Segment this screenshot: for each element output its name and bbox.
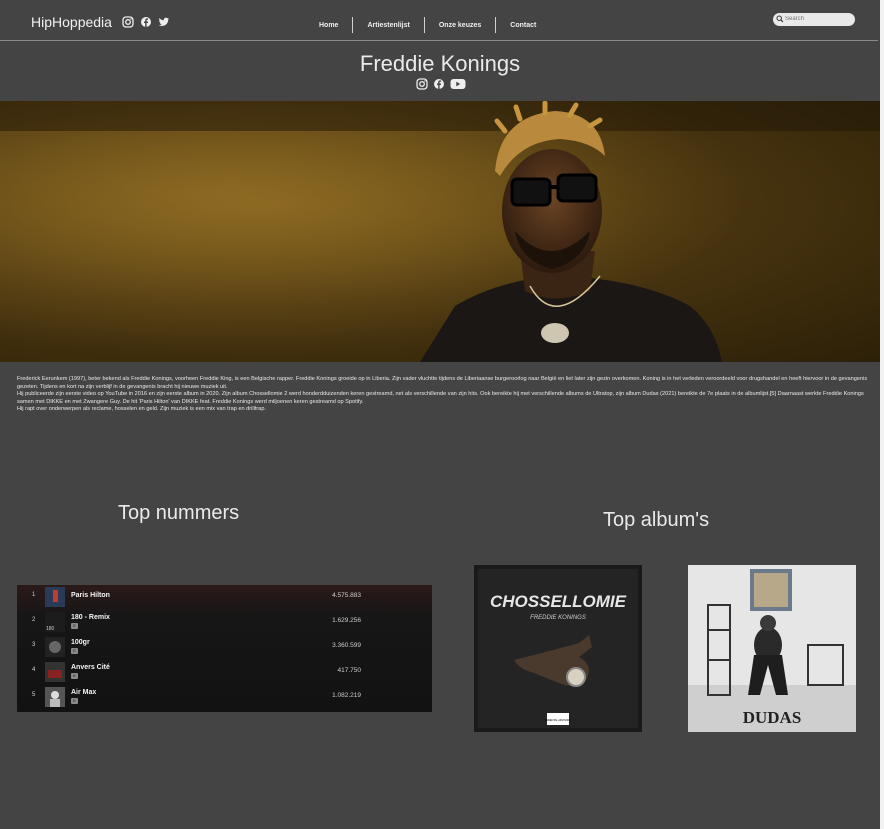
artist-photo bbox=[0, 101, 880, 362]
explicit-badge: E bbox=[71, 698, 78, 704]
track-plays: 1.629.256 bbox=[332, 617, 361, 624]
track-rank: 4 bbox=[32, 667, 36, 673]
top-tracks-title: Top nummers bbox=[118, 502, 240, 524]
svg-text:FREDDIE KONINGS: FREDDIE KONINGS bbox=[530, 615, 586, 621]
bio-paragraph: Frederick Eerunkem (1997), beter bekend … bbox=[17, 376, 868, 390]
youtube-icon[interactable] bbox=[450, 78, 466, 90]
track-name[interactable]: 100gr bbox=[71, 639, 90, 646]
track-plays: 3.360.599 bbox=[332, 642, 361, 649]
twitter-icon[interactable] bbox=[158, 16, 170, 28]
track-rank: 5 bbox=[32, 692, 36, 698]
track-row[interactable]: 4 Anvers Cité E 417.750 bbox=[17, 660, 432, 683]
bio-paragraph: Hij publiceerde zijn eerste video op You… bbox=[17, 391, 864, 405]
nav-onze-keuzes[interactable]: Onze keuzes bbox=[425, 22, 495, 29]
artist-social-links bbox=[416, 78, 466, 90]
track-row[interactable]: 3 100gr E 3.360.599 bbox=[17, 635, 432, 658]
instagram-icon[interactable] bbox=[416, 78, 428, 90]
track-row[interactable]: 5 Air Max E 1.082.219 bbox=[17, 685, 432, 708]
site-header: HipHoppedia Home Artiestenlijst Onze keu… bbox=[0, 0, 878, 41]
track-rank: 2 bbox=[32, 617, 36, 623]
track-name[interactable]: Anvers Cité bbox=[71, 664, 110, 671]
svg-text:PARENTAL ADVISORY: PARENTAL ADVISORY bbox=[545, 719, 571, 722]
explicit-badge: E bbox=[71, 648, 78, 654]
track-cover-art bbox=[45, 587, 65, 607]
top-albums-title: Top album's bbox=[603, 509, 710, 531]
track-row[interactable]: 2 180 180 - Remix E 1.629.256 bbox=[17, 610, 432, 633]
facebook-icon[interactable] bbox=[140, 16, 152, 28]
search-input[interactable] bbox=[785, 14, 851, 24]
track-plays: 4.575.883 bbox=[332, 592, 361, 599]
track-row[interactable]: 1 Paris Hilton 4.575.883 bbox=[17, 585, 432, 608]
site-logo[interactable]: HipHoppedia bbox=[31, 14, 112, 30]
track-name[interactable]: Air Max bbox=[71, 689, 96, 696]
bio-paragraph: Hij rapt over onderwerpen als reclame, h… bbox=[17, 406, 267, 413]
main-nav: Home Artiestenlijst Onze keuzes Contact bbox=[305, 17, 550, 33]
facebook-icon[interactable] bbox=[433, 78, 445, 90]
header-social-links bbox=[122, 16, 170, 28]
track-name[interactable]: 180 - Remix bbox=[71, 614, 110, 621]
track-cover-art: 180 bbox=[45, 612, 65, 632]
search-icon bbox=[776, 15, 784, 23]
nav-home[interactable]: Home bbox=[305, 22, 352, 29]
track-rank: 3 bbox=[32, 642, 36, 648]
page-gutter bbox=[880, 0, 884, 829]
nav-artiestenlijst[interactable]: Artiestenlijst bbox=[353, 22, 423, 29]
track-cover-art bbox=[45, 637, 65, 657]
explicit-badge: E bbox=[71, 673, 78, 679]
svg-text:DUDAS: DUDAS bbox=[743, 708, 802, 727]
track-plays: 417.750 bbox=[337, 667, 362, 674]
album-cover-dudas[interactable]: DUDAS bbox=[688, 565, 856, 732]
track-cover-art bbox=[45, 662, 65, 682]
search-box[interactable] bbox=[773, 13, 855, 26]
svg-text:180: 180 bbox=[46, 626, 55, 632]
top-tracks-player: 1 Paris Hilton 4.575.883 2 180 180 - Rem… bbox=[17, 585, 432, 712]
svg-text:CHOSSELLOMIE: CHOSSELLOMIE bbox=[490, 592, 627, 611]
artist-name: Freddie Konings bbox=[359, 51, 521, 76]
artist-bio: Frederick Eerunkem (1997), beter bekend … bbox=[17, 376, 877, 414]
nav-contact[interactable]: Contact bbox=[496, 22, 550, 29]
track-name[interactable]: Paris Hilton bbox=[71, 592, 110, 599]
instagram-icon[interactable] bbox=[122, 16, 134, 28]
track-rank: 1 bbox=[32, 592, 36, 598]
explicit-badge: E bbox=[71, 623, 78, 629]
album-cover-chossellomie[interactable]: CHOSSELLOMIE FREDDIE KONINGS PARENTAL AD… bbox=[474, 565, 642, 732]
track-cover-art bbox=[45, 687, 65, 707]
artist-hero-image bbox=[0, 101, 880, 362]
track-plays: 1.082.219 bbox=[332, 692, 361, 699]
